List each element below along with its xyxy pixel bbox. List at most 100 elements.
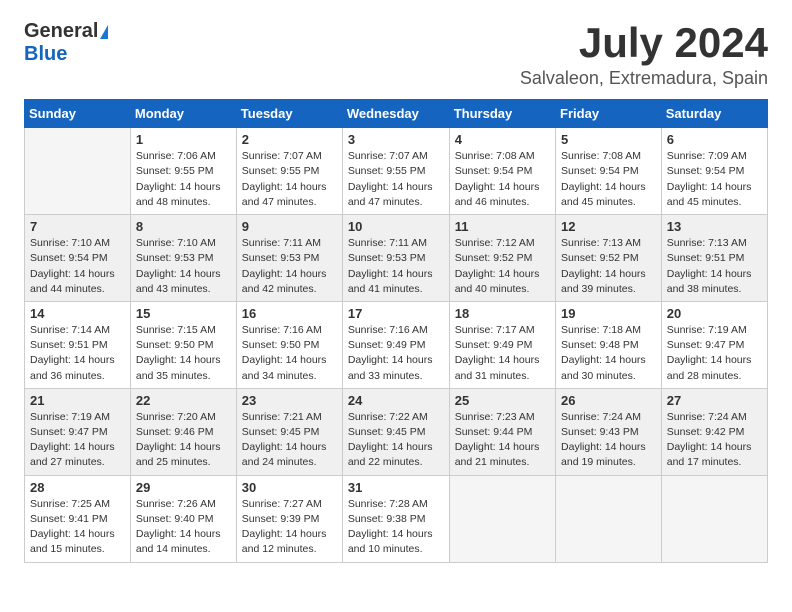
calendar-cell: 7Sunrise: 7:10 AMSunset: 9:54 PMDaylight…	[25, 215, 131, 302]
day-info: Sunrise: 7:12 AMSunset: 9:52 PMDaylight:…	[455, 236, 550, 297]
day-info: Sunrise: 7:16 AMSunset: 9:49 PMDaylight:…	[348, 323, 444, 384]
calendar-cell: 11 Sunrise: 7:12 AMSunset: 9:52 PMDayligh…	[449, 215, 555, 302]
title-area: July 2024 Salvaleon, Extremadura, Spain	[520, 20, 768, 89]
week-row-1: 1 Sunrise: 7:06 AMSunset: 9:55 PMDaylight…	[25, 128, 768, 215]
calendar-cell: 1 Sunrise: 7:06 AMSunset: 9:55 PMDaylight…	[130, 128, 236, 215]
day-info: Sunrise: 7:18 AMSunset: 9:48 PMDaylight:…	[561, 323, 656, 384]
location-title: Salvaleon, Extremadura, Spain	[520, 68, 768, 89]
calendar-cell: 18 Sunrise: 7:17 AMSunset: 9:49 PMDayligh…	[449, 301, 555, 388]
day-number: 3	[348, 132, 444, 147]
day-info: Sunrise: 7:17 AMSunset: 9:49 PMDaylight:…	[455, 323, 550, 384]
calendar-cell: 22Sunrise: 7:20 AMSunset: 9:46 PMDayligh…	[130, 388, 236, 475]
calendar-cell: 26 Sunrise: 7:24 AMSunset: 9:43 PMDayligh…	[556, 388, 662, 475]
day-number: 30	[242, 480, 337, 495]
calendar-table: SundayMondayTuesdayWednesdayThursdayFrid…	[24, 99, 768, 562]
day-number: 21	[30, 393, 125, 408]
calendar-cell: 16 Sunrise: 7:16 AMSunset: 9:50 PMDayligh…	[236, 301, 342, 388]
day-number: 26	[561, 393, 656, 408]
calendar-cell: 10 Sunrise: 7:11 AMSunset: 9:53 PMDayligh…	[342, 215, 449, 302]
day-number: 24	[348, 393, 444, 408]
weekday-header-row: SundayMondayTuesdayWednesdayThursdayFrid…	[25, 100, 768, 128]
day-number: 7	[30, 219, 125, 234]
day-info: Sunrise: 7:28 AMSunset: 9:38 PMDaylight:…	[348, 497, 444, 558]
day-info: Sunrise: 7:08 AMSunset: 9:54 PMDaylight:…	[455, 149, 550, 210]
day-info: Sunrise: 7:26 AMSunset: 9:40 PMDaylight:…	[136, 497, 231, 558]
day-info: Sunrise: 7:10 AMSunset: 9:53 PMDaylight:…	[136, 236, 231, 297]
day-info: Sunrise: 7:24 AMSunset: 9:43 PMDaylight:…	[561, 410, 656, 471]
calendar-cell: 23Sunrise: 7:21 AMSunset: 9:45 PMDayligh…	[236, 388, 342, 475]
day-info: Sunrise: 7:11 AMSunset: 9:53 PMDaylight:…	[348, 236, 444, 297]
calendar-cell: 12Sunrise: 7:13 AMSunset: 9:52 PMDayligh…	[556, 215, 662, 302]
weekday-header-thursday: Thursday	[449, 100, 555, 128]
calendar-cell: 31 Sunrise: 7:28 AMSunset: 9:38 PMDayligh…	[342, 475, 449, 562]
calendar-cell	[661, 475, 767, 562]
weekday-header-tuesday: Tuesday	[236, 100, 342, 128]
day-info: Sunrise: 7:19 AMSunset: 9:47 PMDaylight:…	[667, 323, 762, 384]
calendar-cell: 3 Sunrise: 7:07 AMSunset: 9:55 PMDaylight…	[342, 128, 449, 215]
weekday-header-wednesday: Wednesday	[342, 100, 449, 128]
calendar-cell: 6 Sunrise: 7:09 AMSunset: 9:54 PMDaylight…	[661, 128, 767, 215]
calendar-cell	[556, 475, 662, 562]
calendar-cell: 17 Sunrise: 7:16 AMSunset: 9:49 PMDayligh…	[342, 301, 449, 388]
day-number: 4	[455, 132, 550, 147]
day-info: Sunrise: 7:25 AMSunset: 9:41 PMDaylight:…	[30, 497, 125, 558]
day-info: Sunrise: 7:09 AMSunset: 9:54 PMDaylight:…	[667, 149, 762, 210]
day-number: 18	[455, 306, 550, 321]
day-info: Sunrise: 7:23 AMSunset: 9:44 PMDaylight:…	[455, 410, 550, 471]
day-number: 22	[136, 393, 231, 408]
header: General Blue July 2024 Salvaleon, Extrem…	[24, 20, 768, 89]
day-number: 2	[242, 132, 337, 147]
calendar-cell: 14Sunrise: 7:14 AMSunset: 9:51 PMDayligh…	[25, 301, 131, 388]
day-info: Sunrise: 7:24 AMSunset: 9:42 PMDaylight:…	[667, 410, 762, 471]
calendar-cell: 29 Sunrise: 7:26 AMSunset: 9:40 PMDayligh…	[130, 475, 236, 562]
calendar-cell: 21 Sunrise: 7:19 AMSunset: 9:47 PMDayligh…	[25, 388, 131, 475]
day-number: 5	[561, 132, 656, 147]
logo-blue-text: Blue	[24, 43, 67, 66]
day-number: 15	[136, 306, 231, 321]
week-row-3: 14Sunrise: 7:14 AMSunset: 9:51 PMDayligh…	[25, 301, 768, 388]
calendar-cell: 9Sunrise: 7:11 AMSunset: 9:53 PMDaylight…	[236, 215, 342, 302]
day-number: 28	[30, 480, 125, 495]
weekday-header-monday: Monday	[130, 100, 236, 128]
day-info: Sunrise: 7:16 AMSunset: 9:50 PMDaylight:…	[242, 323, 337, 384]
day-info: Sunrise: 7:19 AMSunset: 9:47 PMDaylight:…	[30, 410, 125, 471]
day-info: Sunrise: 7:13 AMSunset: 9:51 PMDaylight:…	[667, 236, 762, 297]
day-number: 11	[455, 219, 550, 234]
day-number: 19	[561, 306, 656, 321]
logo: General Blue	[24, 20, 108, 66]
weekday-header-friday: Friday	[556, 100, 662, 128]
calendar-cell: 8Sunrise: 7:10 AMSunset: 9:53 PMDaylight…	[130, 215, 236, 302]
day-info: Sunrise: 7:13 AMSunset: 9:52 PMDaylight:…	[561, 236, 656, 297]
day-number: 16	[242, 306, 337, 321]
day-number: 20	[667, 306, 762, 321]
day-number: 29	[136, 480, 231, 495]
day-info: Sunrise: 7:15 AMSunset: 9:50 PMDaylight:…	[136, 323, 231, 384]
calendar-cell: 5Sunrise: 7:08 AMSunset: 9:54 PMDaylight…	[556, 128, 662, 215]
calendar-cell	[449, 475, 555, 562]
logo-general-text: General	[24, 20, 98, 43]
calendar-cell: 15 Sunrise: 7:15 AMSunset: 9:50 PMDayligh…	[130, 301, 236, 388]
weekday-header-saturday: Saturday	[661, 100, 767, 128]
day-info: Sunrise: 7:06 AMSunset: 9:55 PMDaylight:…	[136, 149, 231, 210]
week-row-4: 21 Sunrise: 7:19 AMSunset: 9:47 PMDayligh…	[25, 388, 768, 475]
calendar-cell: 2Sunrise: 7:07 AMSunset: 9:55 PMDaylight…	[236, 128, 342, 215]
calendar-cell: 4 Sunrise: 7:08 AMSunset: 9:54 PMDaylight…	[449, 128, 555, 215]
day-info: Sunrise: 7:11 AMSunset: 9:53 PMDaylight:…	[242, 236, 337, 297]
day-number: 31	[348, 480, 444, 495]
day-info: Sunrise: 7:21 AMSunset: 9:45 PMDaylight:…	[242, 410, 337, 471]
day-number: 1	[136, 132, 231, 147]
calendar-cell: 19 Sunrise: 7:18 AMSunset: 9:48 PMDayligh…	[556, 301, 662, 388]
calendar-cell: 25 Sunrise: 7:23 AMSunset: 9:44 PMDayligh…	[449, 388, 555, 475]
day-number: 25	[455, 393, 550, 408]
day-info: Sunrise: 7:07 AMSunset: 9:55 PMDaylight:…	[348, 149, 444, 210]
day-number: 6	[667, 132, 762, 147]
day-number: 17	[348, 306, 444, 321]
day-number: 10	[348, 219, 444, 234]
calendar-cell: 24Sunrise: 7:22 AMSunset: 9:45 PMDayligh…	[342, 388, 449, 475]
weekday-header-sunday: Sunday	[25, 100, 131, 128]
calendar-cell: 28 Sunrise: 7:25 AMSunset: 9:41 PMDayligh…	[25, 475, 131, 562]
month-title: July 2024	[520, 20, 768, 66]
day-number: 13	[667, 219, 762, 234]
day-number: 14	[30, 306, 125, 321]
calendar-cell: 20 Sunrise: 7:19 AMSunset: 9:47 PMDayligh…	[661, 301, 767, 388]
